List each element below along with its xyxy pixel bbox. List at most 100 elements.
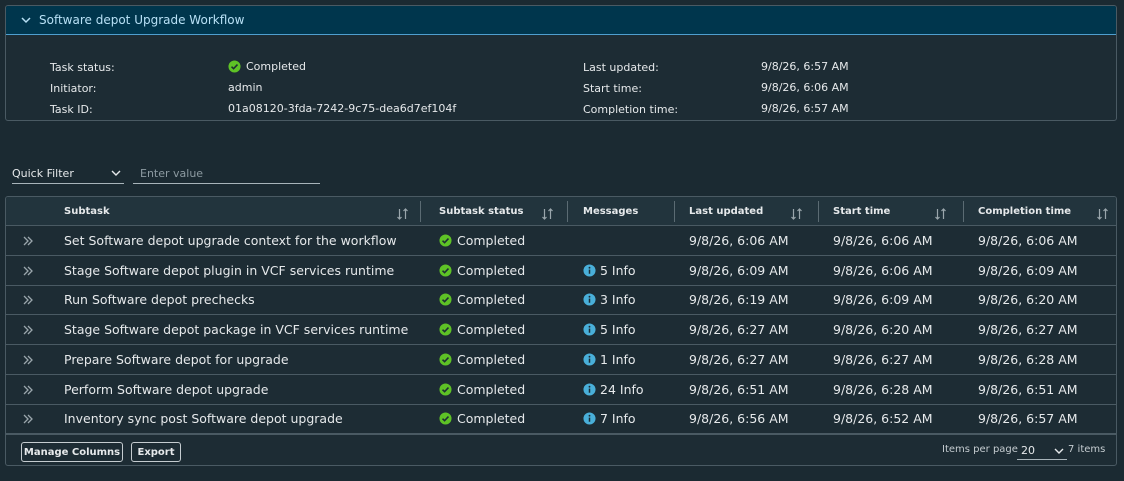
column-separator[interactable] bbox=[818, 201, 819, 222]
cell-start-time: 9/8/26, 6:28 AM bbox=[833, 375, 933, 404]
table-row[interactable]: Prepare Software depot for upgrade Comple… bbox=[6, 345, 1116, 375]
item-count: 7 items bbox=[1068, 444, 1106, 455]
manage-columns-button[interactable]: Manage Columns bbox=[21, 442, 123, 462]
cell-messages[interactable]: 5 Info bbox=[583, 256, 636, 285]
cell-start-time: 9/8/26, 6:27 AM bbox=[833, 345, 933, 374]
column-header-messages[interactable]: Messages bbox=[583, 197, 638, 226]
info-circle-icon bbox=[583, 382, 596, 396]
cell-subtask-status: Completed bbox=[439, 404, 525, 433]
cell-last-updated: 9/8/26, 6:27 AM bbox=[689, 315, 789, 344]
cell-completion-time: 9/8/26, 6:06 AM bbox=[978, 226, 1078, 255]
summary-label-right-2: Completion time: bbox=[583, 103, 679, 116]
workflow-summary-panel: Software depot Upgrade Workflow Task sta… bbox=[5, 5, 1117, 121]
cell-start-time: 9/8/26, 6:09 AM bbox=[833, 285, 933, 314]
cell-text: 9/8/26, 6:52 AM bbox=[833, 411, 933, 427]
check-circle-icon bbox=[439, 293, 452, 306]
cell-messages[interactable]: 24 Info bbox=[583, 375, 644, 404]
summary-value-text: 9/8/26, 6:57 AM bbox=[761, 102, 849, 115]
column-separator[interactable] bbox=[674, 201, 675, 222]
column-separator[interactable] bbox=[963, 201, 964, 222]
summary-value-right-2: 9/8/26, 6:57 AM bbox=[761, 102, 849, 115]
cell-subtask: Stage Software depot package in VCF serv… bbox=[64, 315, 408, 344]
info-circle-icon bbox=[583, 323, 596, 336]
panel-header[interactable]: Software depot Upgrade Workflow bbox=[6, 6, 1116, 35]
sort-arrows-icon[interactable] bbox=[541, 205, 554, 224]
filter-value-input[interactable] bbox=[133, 164, 320, 184]
double-chevron-right-icon[interactable] bbox=[20, 411, 36, 427]
double-chevron-right-icon[interactable] bbox=[20, 322, 36, 338]
cell-subtask-status: Completed bbox=[439, 226, 525, 255]
sort-arrows-icon[interactable] bbox=[790, 205, 803, 224]
info-circle-icon bbox=[583, 353, 596, 366]
cell-text: Perform Software depot upgrade bbox=[64, 381, 269, 397]
panel-title: Software depot Upgrade Workflow bbox=[39, 13, 245, 27]
column-separator[interactable] bbox=[420, 201, 421, 222]
cell-text: Completed bbox=[457, 411, 526, 427]
export-button[interactable]: Export bbox=[131, 442, 181, 462]
cell-messages[interactable]: 7 Info bbox=[583, 404, 636, 433]
info-circle-icon bbox=[583, 264, 596, 277]
summary-value-text: admin bbox=[228, 81, 263, 94]
column-header-start-time[interactable]: Start time bbox=[833, 197, 890, 226]
cell-text: 9/8/26, 6:06 AM bbox=[978, 233, 1078, 248]
double-chevron-right-icon[interactable] bbox=[20, 233, 36, 249]
chevron-down-icon bbox=[1053, 445, 1065, 460]
summary-label-left-1: Initiator: bbox=[50, 82, 97, 95]
summary-label-right-0: Last updated: bbox=[583, 61, 659, 74]
column-header-subtask-status[interactable]: Subtask status bbox=[439, 197, 523, 226]
cell-text: Completed bbox=[457, 262, 526, 278]
cell-last-updated: 9/8/26, 6:19 AM bbox=[689, 285, 789, 314]
check-circle-icon bbox=[439, 412, 452, 425]
cell-text: 3 Info bbox=[600, 292, 636, 308]
cell-messages[interactable]: 3 Info bbox=[583, 285, 636, 314]
summary-label-left-2: Task ID: bbox=[50, 103, 93, 116]
cell-text: 9/8/26, 6:09 AM bbox=[833, 292, 933, 308]
quick-filter-select[interactable]: Quick Filter bbox=[12, 164, 124, 184]
cell-completion-time: 9/8/26, 6:28 AM bbox=[978, 345, 1078, 374]
cell-text: 9/8/26, 6:20 AM bbox=[833, 322, 933, 338]
sort-arrows-icon[interactable] bbox=[934, 205, 947, 224]
quick-filter-label: Quick Filter bbox=[12, 167, 74, 180]
info-circle-icon bbox=[583, 293, 596, 306]
cell-text: Completed bbox=[457, 233, 526, 248]
check-circle-icon bbox=[439, 382, 452, 396]
column-header-last-updated[interactable]: Last updated bbox=[689, 197, 763, 226]
datagrid-header: Subtask Subtask status Messages Last update… bbox=[6, 197, 1116, 226]
double-chevron-right-icon[interactable] bbox=[20, 292, 36, 308]
summary-value-text: Completed bbox=[246, 60, 306, 73]
table-row[interactable]: Stage Software depot package in VCF serv… bbox=[6, 315, 1116, 346]
sort-arrows-icon[interactable] bbox=[396, 205, 409, 224]
cell-text: 24 Info bbox=[600, 381, 644, 397]
cell-subtask-status: Completed bbox=[439, 256, 525, 285]
summary-value-right-0: 9/8/26, 6:57 AM bbox=[761, 60, 849, 73]
cell-messages[interactable]: 1 Info bbox=[583, 345, 636, 374]
cell-last-updated: 9/8/26, 6:06 AM bbox=[689, 226, 789, 255]
cell-subtask: Inventory sync post Software depot upgra… bbox=[64, 404, 343, 433]
column-header-completion-time[interactable]: Completion time bbox=[978, 197, 1071, 226]
cell-text: 9/8/26, 6:27 AM bbox=[689, 351, 789, 367]
cell-messages[interactable]: 5 Info bbox=[583, 315, 636, 344]
table-row[interactable]: Set Software depot upgrade context for t… bbox=[6, 226, 1116, 256]
subtask-datagrid: Subtask Subtask status Messages Last update… bbox=[5, 196, 1117, 466]
table-row[interactable]: Perform Software depot upgrade Completed 2… bbox=[6, 375, 1116, 405]
column-header-subtask[interactable]: Subtask bbox=[64, 197, 110, 226]
cell-text: 9/8/26, 6:28 AM bbox=[833, 381, 933, 397]
cell-start-time: 9/8/26, 6:20 AM bbox=[833, 315, 933, 344]
check-circle-icon bbox=[439, 323, 452, 336]
sort-arrows-icon[interactable] bbox=[1096, 205, 1109, 224]
cell-start-time: 9/8/26, 6:06 AM bbox=[833, 226, 933, 255]
chevron-down-icon[interactable] bbox=[18, 14, 34, 26]
double-chevron-right-icon[interactable] bbox=[20, 263, 36, 279]
column-separator[interactable] bbox=[567, 201, 568, 222]
double-chevron-right-icon[interactable] bbox=[20, 352, 36, 368]
summary-value-left-2: 01a08120-3fda-7242-9c75-dea6d7ef104f bbox=[228, 102, 456, 115]
double-chevron-right-icon[interactable] bbox=[20, 382, 36, 398]
cell-text: 9/8/26, 6:20 AM bbox=[978, 292, 1078, 308]
table-row[interactable]: Inventory sync post Software depot upgra… bbox=[6, 404, 1116, 435]
cell-text: 9/8/26, 6:09 AM bbox=[689, 262, 789, 278]
cell-text: 9/8/26, 6:06 AM bbox=[833, 262, 933, 278]
table-row[interactable]: Run Software depot prechecks Completed 3 I… bbox=[6, 285, 1116, 316]
cell-last-updated: 9/8/26, 6:51 AM bbox=[689, 375, 789, 404]
items-per-page-select[interactable]: 20 bbox=[1017, 442, 1067, 460]
table-row[interactable]: Stage Software depot plugin in VCF servi… bbox=[6, 256, 1116, 286]
